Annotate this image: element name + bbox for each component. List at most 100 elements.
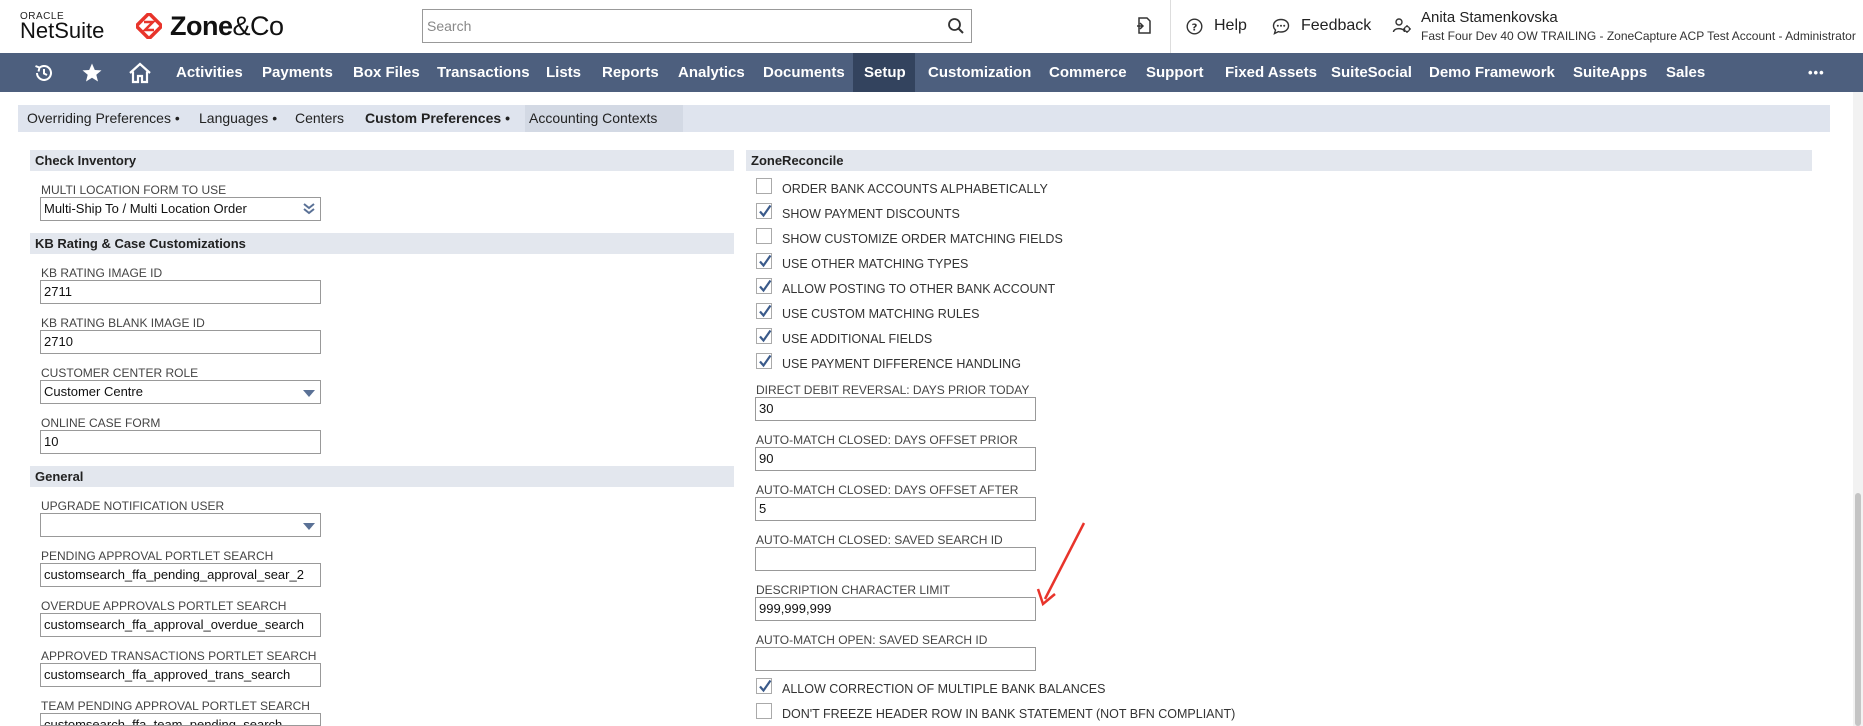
- recent-history-icon[interactable]: [33, 62, 55, 84]
- team-pending-approval-search-input[interactable]: customsearch_ffa_team_pending_search: [40, 713, 321, 726]
- help-icon[interactable]: ?: [1186, 18, 1203, 35]
- checkbox[interactable]: [756, 353, 772, 369]
- description-char-limit-input[interactable]: 999,999,999: [755, 597, 1036, 621]
- zone-logo-icon: [136, 13, 162, 39]
- checkbox[interactable]: [756, 278, 772, 294]
- svg-text:?: ?: [1192, 23, 1198, 34]
- checkbox-label[interactable]: USE OTHER MATCHING TYPES: [782, 257, 968, 271]
- closed-saved-search-label: AUTO-MATCH CLOSED: SAVED SEARCH ID: [756, 533, 1003, 547]
- team-pending-approval-search-label: TEAM PENDING APPROVAL PORTLET SEARCH: [41, 699, 310, 713]
- nav-documents[interactable]: Documents: [763, 53, 845, 92]
- subnav-custom-preferences[interactable]: Custom Preferences •: [365, 110, 510, 126]
- section-check-inventory: Check Inventory: [30, 150, 734, 171]
- nav-reports[interactable]: Reports: [602, 53, 659, 92]
- page-scrollbar-thumb[interactable]: [1855, 493, 1861, 726]
- online-case-form-label: ONLINE CASE FORM: [41, 416, 161, 430]
- subnav-label: Custom Preferences: [365, 110, 502, 126]
- checkbox-label[interactable]: USE ADDITIONAL FIELDS: [782, 332, 932, 346]
- recent-records-icon[interactable]: [1134, 16, 1154, 36]
- subnav-bullet: •: [272, 110, 278, 126]
- subnav-centers[interactable]: Centers: [295, 110, 344, 126]
- kb-rating-image-label: KB RATING IMAGE ID: [41, 266, 163, 280]
- subnav-bullet: •: [505, 110, 510, 126]
- nav-support[interactable]: Support: [1146, 53, 1204, 92]
- approved-transactions-search-input[interactable]: customsearch_ffa_approved_trans_search: [40, 663, 321, 687]
- feedback-link[interactable]: Feedback: [1301, 17, 1371, 35]
- nav-fixed-assets[interactable]: Fixed Assets: [1225, 53, 1317, 92]
- kb-rating-image-input[interactable]: 2711: [40, 280, 321, 304]
- chevron-down-icon[interactable]: [302, 388, 316, 400]
- checkbox-label[interactable]: ORDER BANK ACCOUNTS ALPHABETICALLY: [782, 182, 1048, 196]
- kb-rating-blank-input[interactable]: 2710: [40, 330, 321, 354]
- checkbox[interactable]: [756, 178, 772, 194]
- section-kb-rating: KB Rating & Case Customizations: [30, 233, 734, 254]
- approved-transactions-search-label: APPROVED TRANSACTIONS PORTLET SEARCH: [41, 649, 317, 663]
- global-search[interactable]: [422, 9, 972, 43]
- nav-demo-framework[interactable]: Demo Framework: [1429, 53, 1555, 92]
- online-case-form-input[interactable]: 10: [40, 430, 321, 454]
- offset-after-label: AUTO-MATCH CLOSED: DAYS OFFSET AFTER: [756, 483, 1019, 497]
- section-zonereconcile: ZoneReconcile: [746, 150, 1812, 171]
- nav-customization[interactable]: Customization: [928, 53, 1031, 92]
- help-link[interactable]: Help: [1214, 17, 1247, 35]
- checkbox[interactable]: [756, 328, 772, 344]
- nav-more-icon[interactable]: •••: [1808, 53, 1825, 92]
- kb-rating-blank-label: KB RATING BLANK IMAGE ID: [41, 316, 205, 330]
- checkbox-label[interactable]: DON'T FREEZE HEADER ROW IN BANK STATEMEN…: [782, 707, 1235, 721]
- multi-location-form-select[interactable]: Multi-Ship To / Multi Location Order: [40, 197, 321, 221]
- top-bar: ORACLE NetSuite Zone&Co ? Help Feedback …: [0, 0, 1863, 53]
- customer-center-role-label: CUSTOMER CENTER ROLE: [41, 366, 199, 380]
- checkbox-label[interactable]: ALLOW CORRECTION OF MULTIPLE BANK BALANC…: [782, 682, 1105, 696]
- user-name[interactable]: Anita Stamenkovska: [1421, 9, 1558, 26]
- nav-suiteapps[interactable]: SuiteApps: [1573, 53, 1647, 92]
- checkbox[interactable]: [756, 678, 772, 694]
- nav-suitesocial[interactable]: SuiteSocial: [1331, 53, 1412, 92]
- user-roles-icon[interactable]: [1392, 16, 1412, 36]
- section-general: General: [30, 466, 734, 487]
- upgrade-notification-user-select[interactable]: [40, 513, 321, 537]
- nav-transactions[interactable]: Transactions: [437, 53, 530, 92]
- checkbox-label[interactable]: SHOW CUSTOMIZE ORDER MATCHING FIELDS: [782, 232, 1063, 246]
- dd-reversal-input[interactable]: 30: [755, 397, 1036, 421]
- checkbox[interactable]: [756, 253, 772, 269]
- search-icon[interactable]: [947, 17, 965, 35]
- nav-payments[interactable]: Payments: [262, 53, 333, 92]
- customer-center-role-select[interactable]: Customer Centre: [40, 380, 321, 404]
- checkbox-label[interactable]: USE CUSTOM MATCHING RULES: [782, 307, 979, 321]
- overdue-approvals-search-input[interactable]: customsearch_ffa_approval_overdue_search: [40, 613, 321, 637]
- checkbox[interactable]: [756, 703, 772, 719]
- checkbox-label[interactable]: ALLOW POSTING TO OTHER BANK ACCOUNT: [782, 282, 1055, 296]
- subnav-languages[interactable]: Languages •: [199, 110, 277, 126]
- nav-setup[interactable]: Setup: [853, 53, 915, 92]
- checkbox[interactable]: [756, 228, 772, 244]
- favorites-star-icon[interactable]: [81, 62, 103, 84]
- offset-prior-input[interactable]: 90: [755, 447, 1036, 471]
- home-icon[interactable]: [128, 62, 152, 84]
- nav-sales[interactable]: Sales: [1666, 53, 1705, 92]
- upgrade-notification-user-label: UPGRADE NOTIFICATION USER: [41, 499, 225, 513]
- checkbox[interactable]: [756, 203, 772, 219]
- account-role[interactable]: Fast Four Dev 40 OW TRAILING - ZoneCaptu…: [1421, 29, 1856, 43]
- nav-analytics[interactable]: Analytics: [678, 53, 745, 92]
- pending-approval-search-input[interactable]: customsearch_ffa_pending_approval_sear_2: [40, 563, 321, 587]
- double-chevron-down-icon[interactable]: [302, 203, 316, 215]
- checkmark-icon: [759, 254, 772, 268]
- offset-after-input[interactable]: 5: [755, 497, 1036, 521]
- description-char-limit-label: DESCRIPTION CHARACTER LIMIT: [756, 583, 951, 597]
- subnav-accounting-contexts[interactable]: Accounting Contexts: [529, 110, 657, 126]
- nav-lists[interactable]: Lists: [546, 53, 581, 92]
- chevron-down-icon[interactable]: [302, 521, 316, 533]
- search-input[interactable]: [423, 10, 971, 42]
- closed-saved-search-input[interactable]: [755, 547, 1036, 571]
- checkbox-label[interactable]: USE PAYMENT DIFFERENCE HANDLING: [782, 357, 1021, 371]
- nav-activities[interactable]: Activities: [176, 53, 243, 92]
- header-divider: [1170, 0, 1171, 53]
- nav-commerce[interactable]: Commerce: [1049, 53, 1127, 92]
- nav-box-files[interactable]: Box Files: [353, 53, 420, 92]
- open-saved-search-input[interactable]: [755, 647, 1036, 671]
- checkbox[interactable]: [756, 303, 772, 319]
- subnav-overriding-preferences[interactable]: Overriding Preferences •: [27, 110, 180, 126]
- checkbox-label[interactable]: SHOW PAYMENT DISCOUNTS: [782, 207, 960, 221]
- netsuite-logo[interactable]: NetSuite: [20, 18, 104, 44]
- feedback-icon[interactable]: [1272, 18, 1290, 35]
